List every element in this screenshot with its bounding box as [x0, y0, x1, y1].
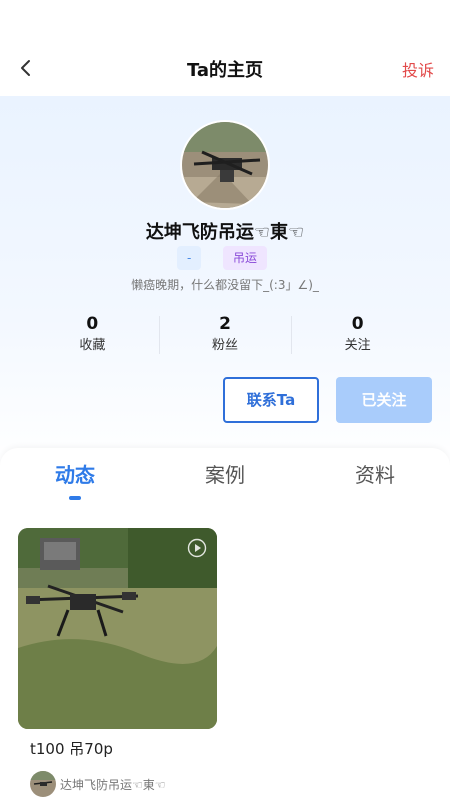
avatar-image — [182, 122, 268, 208]
post-thumbnail-image — [18, 528, 217, 729]
tab-cases[interactable]: 案例 — [150, 460, 300, 500]
stat-label: 粉丝 — [212, 338, 239, 353]
tab-profile-info[interactable]: 资料 — [300, 460, 450, 500]
author-name: 达坤飞防吊运☜東☜ — [60, 777, 166, 792]
profile-name: 达坤飞防吊运☜東☜ — [145, 222, 305, 243]
post-caption: t100 吊70p — [30, 740, 113, 758]
profile-tag: 吊运 — [223, 246, 268, 270]
followed-button[interactable]: 已关注 — [336, 377, 432, 423]
profile-stats: 0 收藏 2 粉丝 0 关注 — [26, 312, 424, 360]
stat-following[interactable]: 0 关注 — [291, 312, 424, 360]
profile-bio: 懒癌晚期，什么都没留下_(:3」∠)_ — [131, 278, 319, 292]
page-title: Ta的主页 — [186, 60, 264, 81]
stat-label: 关注 — [344, 338, 371, 353]
report-button[interactable]: 投诉 — [402, 57, 434, 81]
contact-button[interactable]: 联系Ta — [223, 377, 319, 423]
avatar[interactable] — [180, 120, 270, 210]
stat-favorites[interactable]: 0 收藏 — [26, 312, 159, 360]
stat-value: 0 — [351, 314, 364, 334]
post-author[interactable]: 达坤飞防吊运☜東☜ — [30, 771, 166, 797]
tab-indicator — [69, 496, 81, 500]
tab-label: 资料 — [355, 463, 395, 487]
author-avatar — [30, 771, 56, 797]
stat-label: 收藏 — [79, 338, 106, 353]
top-nav-bar: Ta的主页 投诉 — [0, 40, 450, 96]
content-panel: 动态 案例 资料 t100 吊70p 达坤飞防吊运☜東☜ — [0, 448, 450, 800]
post-thumbnail — [18, 528, 217, 729]
tab-activity[interactable]: 动态 — [0, 460, 150, 500]
play-icon — [187, 538, 207, 558]
author-avatar-image — [30, 771, 56, 797]
tab-label: 案例 — [205, 463, 245, 487]
stat-value: 0 — [86, 314, 99, 334]
stat-value: 2 — [219, 314, 231, 334]
post-card[interactable]: t100 吊70p 达坤飞防吊运☜東☜ — [18, 528, 217, 800]
tab-bar: 动态 案例 资料 — [0, 460, 450, 500]
stat-fans[interactable]: 2 粉丝 — [158, 312, 292, 360]
tab-label: 动态 — [55, 463, 95, 487]
profile-tag: - — [177, 246, 202, 270]
